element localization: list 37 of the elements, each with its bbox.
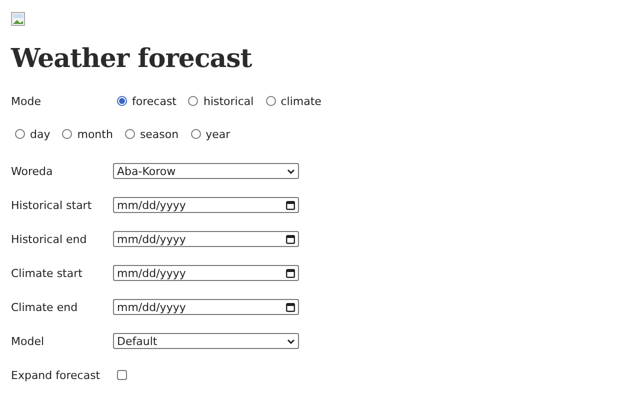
radio-option[interactable]: historical [188,94,254,108]
radio-icon[interactable] [266,96,276,106]
calendar-icon [286,302,295,312]
checkbox[interactable] [117,370,127,380]
page-title: Weather forecast [11,44,253,74]
chevron-icon [287,168,295,174]
calendar-icon [286,234,295,244]
calendar-icon [286,200,295,210]
dropdown[interactable]: Default [113,333,299,349]
radio-option[interactable]: year [190,128,230,140]
radio-option[interactable]: climate [266,94,322,108]
broken-image-icon [11,12,25,26]
field-label: Mode [11,94,42,108]
radio-icon[interactable] [62,129,72,139]
date-field[interactable]: mm/dd/yyyy [113,299,299,315]
radio-icon[interactable] [124,129,135,139]
chevron-icon [287,338,295,344]
radio-option[interactable]: month [62,128,113,140]
radio-icon[interactable] [117,96,127,106]
radio-option[interactable]: day [15,128,50,140]
radio-option[interactable]: season [124,128,179,140]
radio-icon[interactable] [15,129,25,139]
field-label: Model [11,334,46,348]
field-label: Expand forecast [11,368,102,382]
dropdown[interactable]: Aba-Korow [113,163,299,179]
date-field[interactable]: mm/dd/yyyy [113,231,299,247]
date-field[interactable]: mm/dd/yyyy [113,197,299,213]
field-label: Historical end [11,232,88,246]
radio-icon[interactable] [190,129,201,139]
radio-icon[interactable] [188,96,198,106]
radio-option[interactable]: forecast [117,94,176,108]
date-field[interactable]: mm/dd/yyyy [113,265,299,281]
field-label: Climate end [11,300,79,314]
field-label: Woreda [11,164,54,178]
field-label: Climate start [11,266,84,280]
field-label: Historical start [11,198,93,212]
calendar-icon [286,268,295,278]
